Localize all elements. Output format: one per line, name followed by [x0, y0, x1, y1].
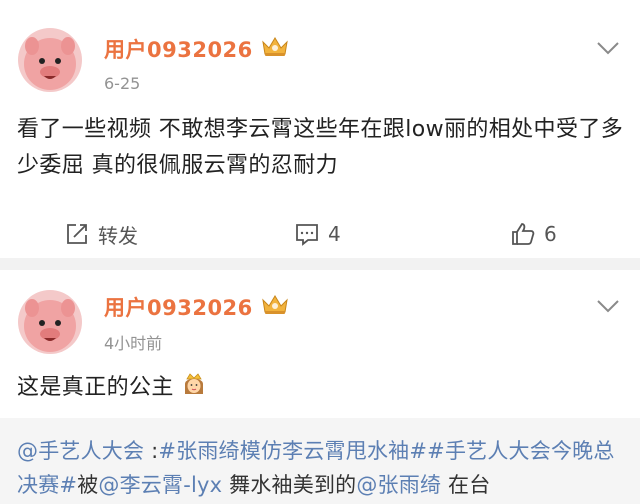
chevron-down-icon[interactable] [594, 38, 622, 58]
like-count: 6 [544, 222, 557, 246]
topic-text-segment: 舞水袖美到的 [222, 473, 357, 497]
post-content: 这是真正的公主 [17, 370, 624, 406]
post-content: 看了一些视频 不敢想李云霄这些年在跟low丽的相处中受了多少委屈 真的很佩服云霄… [17, 117, 624, 178]
mention-link[interactable]: @张雨绮 [356, 473, 441, 497]
like-icon [512, 223, 535, 245]
like-button[interactable]: 6 [510, 212, 557, 256]
post-separator [0, 258, 640, 270]
topic-preview: @手艺人大会 :#张雨绮模仿李云霄甩水袖##手艺人大会今晚总决赛#被@李云霄-l… [0, 418, 640, 504]
action-bar: 转发 4 6 [0, 212, 640, 256]
repost-button[interactable]: 转发 [64, 212, 138, 256]
chevron-down-icon[interactable] [594, 296, 622, 316]
post-card: 用户0932026 6-25 看了一些视频 不敢想李云霄这些年在跟low丽的相处… [0, 0, 640, 258]
username[interactable]: 用户0932026 [104, 292, 253, 322]
hashtag-link[interactable]: #张雨绮模仿李云霄甩水袖# [158, 439, 427, 463]
comment-button[interactable]: 4 [294, 212, 341, 256]
repost-label: 转发 [98, 223, 138, 248]
pig-avatar-icon [18, 28, 82, 92]
avatar[interactable] [18, 290, 82, 354]
post-timestamp: 6-25 [104, 74, 141, 93]
post-timestamp: 4小时前 [104, 334, 163, 353]
topic-text-segment: 在台 [441, 473, 491, 497]
princess-emoji-icon [183, 372, 205, 398]
post-content-text: 这是真正的公主 [17, 375, 174, 400]
comment-icon [296, 224, 318, 246]
topic-separator: : [144, 439, 159, 463]
mention-link[interactable]: @手艺人大会 [17, 439, 144, 463]
avatar[interactable] [18, 28, 82, 92]
comment-count: 4 [328, 222, 341, 246]
vip-crown-icon[interactable] [260, 34, 290, 58]
topic-text-segment: 被 [77, 473, 99, 497]
username[interactable]: 用户0932026 [104, 34, 253, 64]
post-card: 用户0932026 4小时前 这是真正的公主 [0, 270, 640, 418]
mention-link[interactable]: @李云霄-lyx [98, 473, 222, 497]
vip-crown-icon[interactable] [260, 292, 290, 316]
repost-icon [67, 224, 87, 244]
topic-text: @手艺人大会 :#张雨绮模仿李云霄甩水袖##手艺人大会今晚总决赛#被@李云霄-l… [17, 434, 630, 502]
pig-avatar-icon [18, 290, 82, 354]
